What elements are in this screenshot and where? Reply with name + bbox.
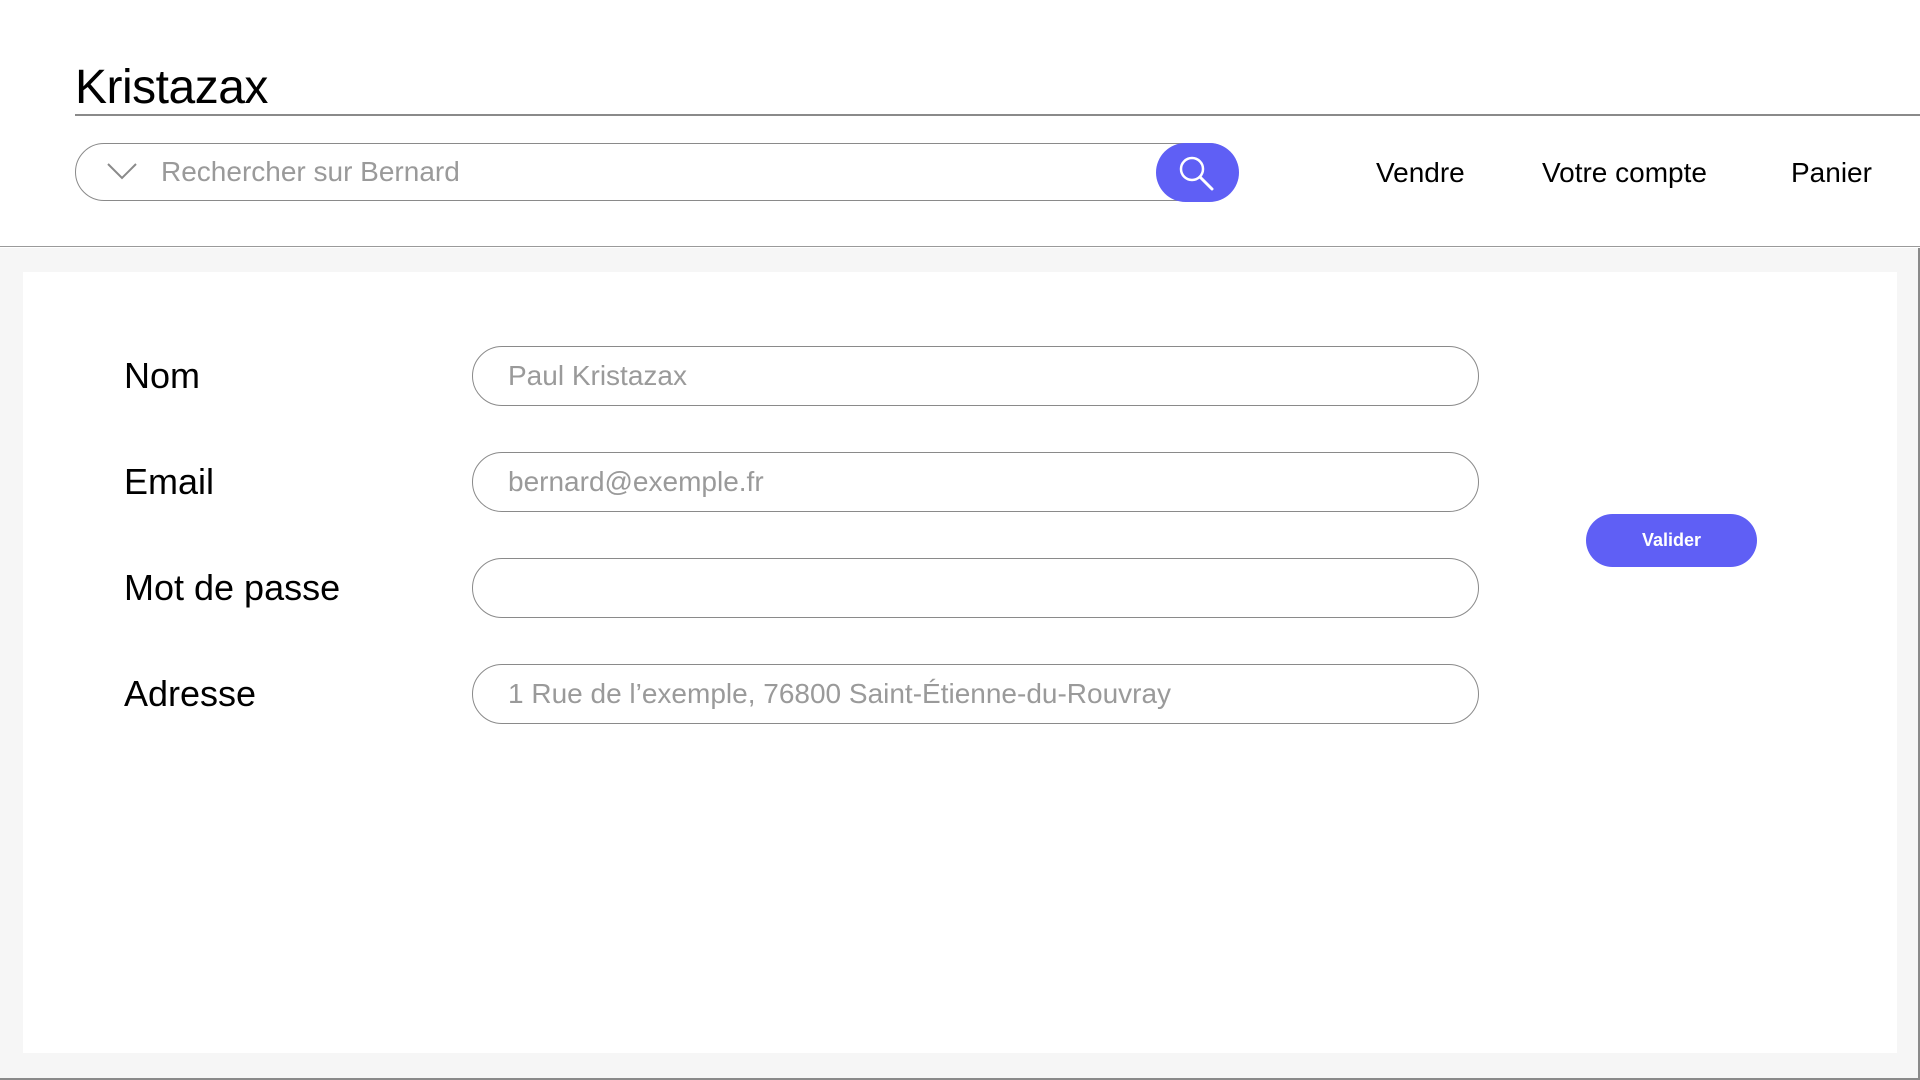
nav-sell[interactable]: Vendre: [1376, 155, 1465, 191]
password-field[interactable]: [472, 558, 1479, 618]
email-label: Email: [124, 461, 215, 502]
address-field[interactable]: [472, 664, 1479, 724]
email-field[interactable]: [472, 452, 1479, 512]
address-label: Adresse: [124, 673, 257, 714]
search-bar: [75, 143, 1238, 201]
submit-button[interactable]: Valider: [1586, 514, 1757, 567]
nav-account[interactable]: Votre compte: [1542, 155, 1707, 191]
header-divider: [75, 114, 1920, 116]
password-label: Mot de passe: [124, 567, 341, 608]
header: Kristazax Vendre Votre compte Panier: [0, 0, 1920, 247]
nav-cart[interactable]: Panier: [1791, 155, 1872, 191]
chevron-down-icon[interactable]: [106, 160, 138, 182]
search-input[interactable]: [161, 152, 1141, 192]
name-label: Nom: [124, 355, 201, 396]
brand-logo[interactable]: Kristazax: [75, 60, 268, 116]
search-button[interactable]: [1156, 143, 1239, 202]
name-field[interactable]: [472, 346, 1479, 406]
